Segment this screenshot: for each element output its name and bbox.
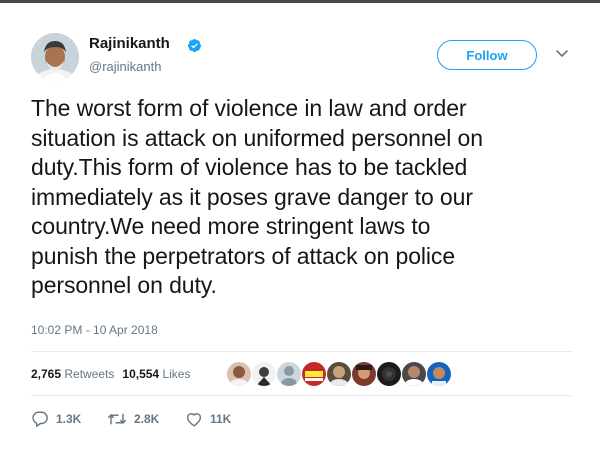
liker-avatar[interactable] [227, 362, 251, 386]
likes-label: Likes [162, 367, 191, 381]
retweet-count: 2.8K [134, 412, 160, 426]
user-handle[interactable]: @rajinikanth [89, 59, 161, 74]
retweets-label: Retweets [64, 367, 115, 381]
tweet-line: situation is attack on uniformed personn… [31, 124, 483, 151]
likers-avatars [227, 362, 452, 386]
retweets-stat[interactable]: 2,765 Retweets [31, 367, 114, 381]
likes-count: 10,554 [122, 367, 160, 381]
like-button[interactable]: 11K [185, 410, 231, 428]
tweet-timestamp[interactable]: 10:02 PM - 10 Apr 2018 [31, 323, 158, 337]
avatar[interactable] [31, 33, 79, 81]
liker-avatar[interactable] [327, 362, 351, 386]
like-count: 11K [210, 412, 232, 426]
liker-avatar[interactable] [352, 362, 376, 386]
divider [31, 395, 572, 396]
liker-avatar[interactable] [427, 362, 451, 386]
reply-button[interactable]: 1.3K [31, 410, 81, 428]
likes-stat[interactable]: 10,554 Likes [122, 367, 190, 381]
top-border [0, 0, 600, 3]
reply-count: 1.3K [56, 412, 82, 426]
liker-avatar[interactable] [277, 362, 301, 386]
like-icon [186, 413, 202, 427]
engagement-stats: 2,765 Retweets 10,554 Likes [31, 367, 190, 381]
tweet-line: The worst form of violence in law and or… [31, 95, 467, 121]
verified-badge-icon [187, 38, 202, 53]
follow-button[interactable]: Follow [437, 40, 537, 70]
retweet-button[interactable]: 2.8K [107, 410, 159, 428]
tweet-line: punish the perpetrators of attack on pol… [31, 242, 456, 269]
reply-icon [32, 411, 48, 427]
liker-avatar[interactable] [252, 362, 276, 386]
liker-avatar[interactable] [402, 362, 426, 386]
tweet-line: duty.This form of violence has to be tac… [31, 154, 468, 180]
user-display-name[interactable]: Rajinikanth [89, 35, 170, 52]
divider [31, 351, 572, 352]
chevron-down-icon[interactable] [556, 50, 568, 58]
tweet-line: personnel on duty. [31, 272, 217, 298]
tweet-line: country.We need more stringent laws to [31, 213, 431, 239]
retweet-icon [107, 413, 127, 425]
liker-avatar[interactable] [302, 362, 326, 386]
tweet-text: The worst form of violence in law and or… [31, 94, 576, 301]
tweet-line: immediately as it poses grave danger to … [31, 183, 473, 210]
liker-avatar[interactable] [377, 362, 401, 386]
retweets-count: 2,765 [31, 367, 62, 381]
